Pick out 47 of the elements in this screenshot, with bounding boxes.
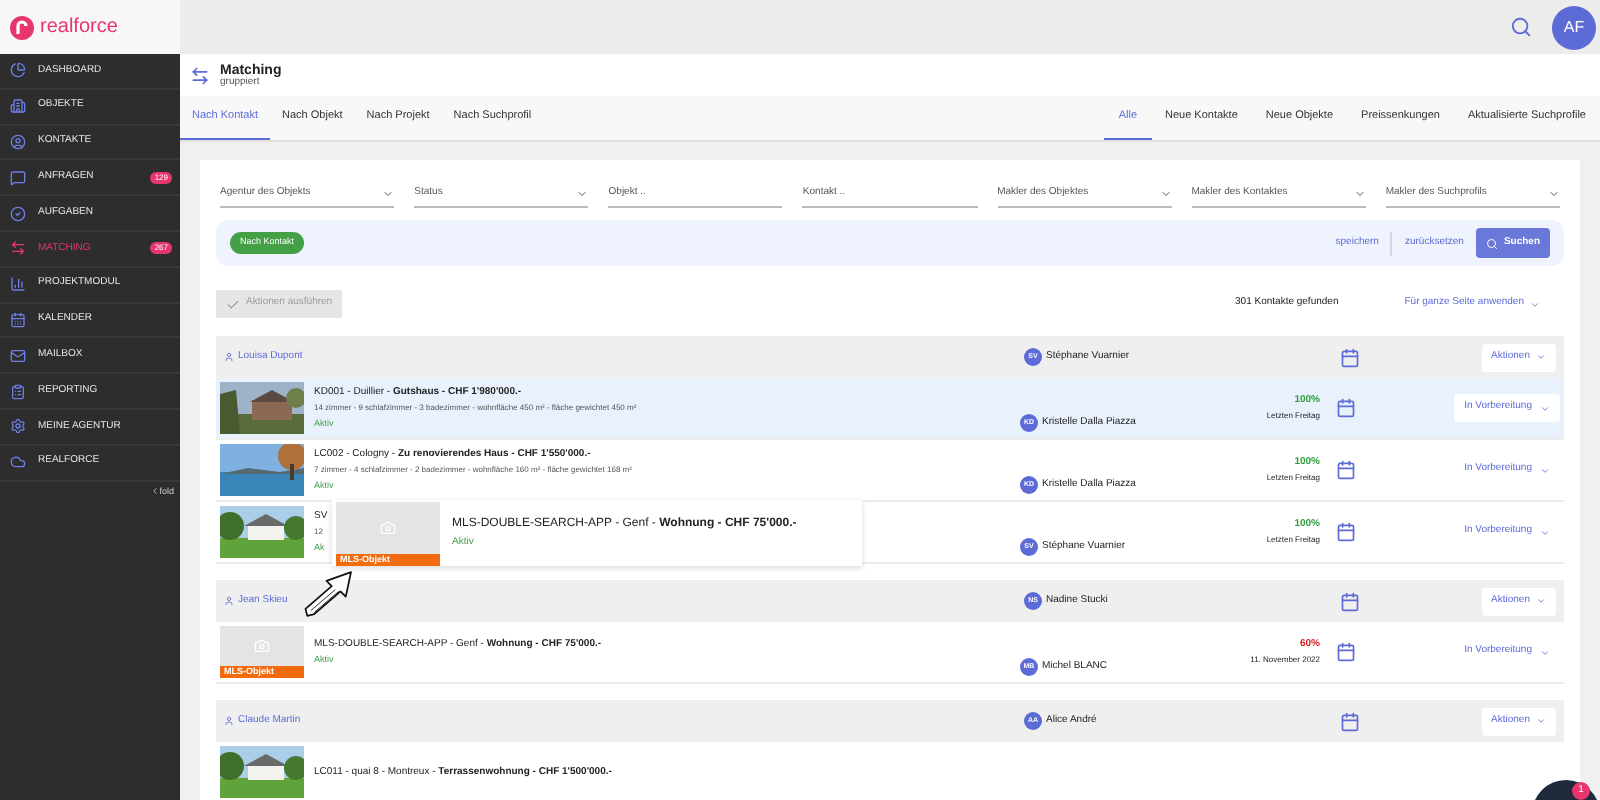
- caret-icon: [1530, 299, 1540, 309]
- caret-icon: [1536, 716, 1546, 726]
- arrows-icon: [190, 65, 210, 86]
- person-icon: [224, 716, 234, 726]
- caret-icon: [1353, 188, 1366, 200]
- match-row[interactable]: [216, 440, 1564, 502]
- search-icon: [1485, 237, 1498, 249]
- chat-icon: [10, 169, 26, 186]
- match-row[interactable]: [216, 378, 1564, 440]
- check-icon: [226, 297, 240, 311]
- person-icon: [224, 596, 234, 606]
- caret-icon: [1536, 596, 1546, 606]
- caret-icon: [1540, 403, 1550, 413]
- logo-text: realforce: [40, 14, 118, 42]
- calendar-icon[interactable]: [1340, 591, 1360, 611]
- calendar-icon[interactable]: [1336, 398, 1356, 418]
- user-avatar[interactable]: AF: [1552, 5, 1596, 49]
- caret-icon: [1159, 188, 1172, 200]
- calendar-icon[interactable]: [1340, 347, 1360, 367]
- caret-icon: [1536, 352, 1546, 362]
- cloud-icon: [10, 454, 26, 471]
- pie-chart-icon: [10, 62, 26, 79]
- chevron-icon[interactable]: [149, 486, 160, 497]
- check-circle-icon: [10, 205, 26, 222]
- logo-icon: [10, 15, 34, 39]
- arrows-icon: [10, 240, 26, 257]
- camera-icon: [254, 638, 270, 654]
- person-icon: [224, 352, 234, 362]
- settings-icon: [10, 418, 26, 435]
- bar-chart-icon: [10, 276, 26, 293]
- caret-icon: [1540, 647, 1550, 657]
- building-icon: [10, 98, 26, 115]
- clipboard-icon: [10, 383, 26, 400]
- caret-icon: [1540, 465, 1550, 475]
- calendar-icon[interactable]: [1336, 522, 1356, 542]
- calendar-icon: [10, 311, 26, 328]
- calendar-icon[interactable]: [1336, 642, 1356, 662]
- caret-icon: [382, 188, 395, 200]
- search-icon[interactable]: [1510, 16, 1532, 38]
- person-icon: [10, 133, 26, 150]
- caret-icon: [1547, 188, 1560, 200]
- camera-icon: [380, 519, 396, 535]
- calendar-icon[interactable]: [1340, 711, 1360, 731]
- calendar-icon[interactable]: [1336, 460, 1356, 480]
- mail-icon: [10, 347, 26, 364]
- caret-icon: [576, 188, 589, 200]
- caret-icon: [1540, 527, 1550, 537]
